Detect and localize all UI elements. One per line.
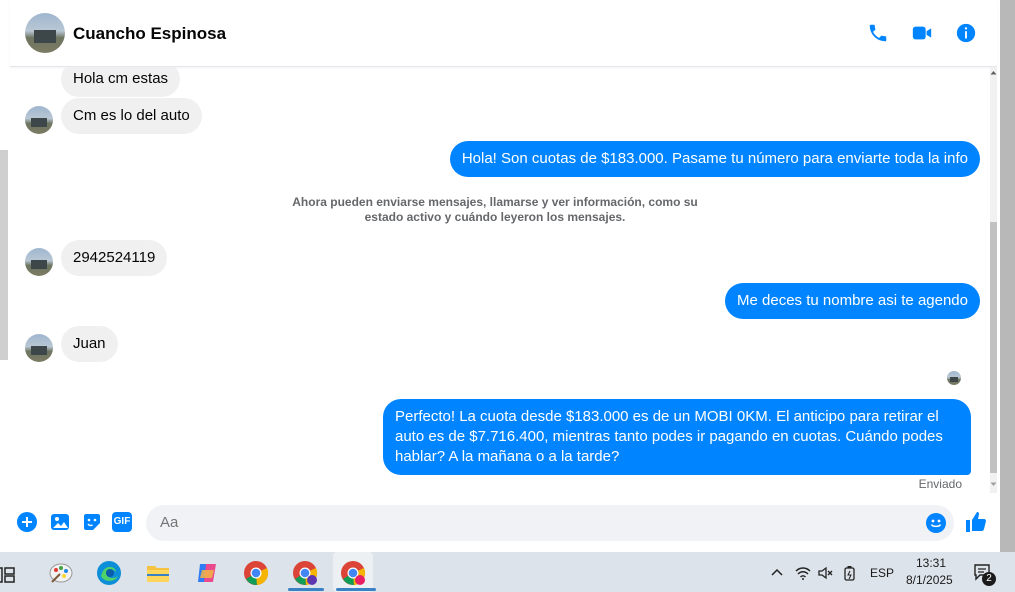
message-outgoing[interactable]: Perfecto! La cuota desde $183.000 es de … bbox=[383, 399, 971, 475]
task-view-icon[interactable] bbox=[0, 562, 16, 588]
composer-bar: GIF bbox=[10, 500, 997, 546]
scroll-up-arrow-icon[interactable] bbox=[990, 69, 997, 76]
chrome-icon[interactable] bbox=[243, 560, 269, 586]
thumbs-up-icon[interactable] bbox=[964, 510, 988, 534]
message-incoming[interactable]: Hola cm estas bbox=[61, 67, 181, 97]
paint-app-icon[interactable] bbox=[48, 560, 74, 586]
message-incoming[interactable]: Juan bbox=[61, 326, 118, 362]
wifi-icon[interactable] bbox=[795, 565, 811, 581]
chrome-profile-icon[interactable] bbox=[292, 560, 318, 586]
message-incoming[interactable]: Cm es lo del auto bbox=[61, 98, 202, 134]
privacy-notice: Ahora pueden enviarse mensajes, llamarse… bbox=[292, 195, 698, 224]
chat-header: Cuancho Espinosa bbox=[10, 0, 997, 67]
emoji-icon[interactable] bbox=[926, 513, 946, 533]
message-outgoing[interactable]: Me deces tu nombre asi te agendo bbox=[725, 283, 980, 319]
file-explorer-icon[interactable] bbox=[145, 560, 171, 586]
edge-browser-icon[interactable] bbox=[96, 560, 122, 586]
sent-status: Enviado bbox=[918, 477, 962, 491]
chrome-profile-active-icon[interactable] bbox=[340, 560, 366, 586]
sender-avatar bbox=[25, 334, 53, 362]
copilot-icon[interactable] bbox=[194, 560, 220, 586]
clock-date[interactable]: 8/1/2025 bbox=[906, 573, 953, 587]
volume-muted-icon[interactable] bbox=[817, 565, 833, 581]
scroll-down-arrow-icon[interactable] bbox=[990, 481, 997, 488]
message-outgoing[interactable]: Hola! Son cuotas de $183.000. Pasame tu … bbox=[449, 141, 980, 177]
notifications-count: 2 bbox=[986, 573, 992, 584]
read-receipt-avatar bbox=[947, 371, 961, 385]
add-plus-icon[interactable] bbox=[17, 512, 37, 532]
message-input-container[interactable] bbox=[146, 505, 954, 541]
message-incoming[interactable]: 2942524119 bbox=[61, 240, 168, 276]
notifications-badge: 2 bbox=[982, 572, 996, 586]
phone-call-icon[interactable] bbox=[867, 22, 889, 44]
gif-label: GIF bbox=[113, 516, 131, 527]
battery-icon[interactable] bbox=[843, 565, 857, 581]
clock-time[interactable]: 13:31 bbox=[916, 556, 946, 570]
language-indicator[interactable]: ESP bbox=[870, 566, 894, 580]
message-input[interactable] bbox=[158, 513, 922, 532]
show-hidden-icons-chevron-icon[interactable] bbox=[770, 566, 784, 578]
contact-avatar[interactable] bbox=[25, 13, 65, 53]
sender-avatar bbox=[25, 248, 53, 276]
scrollbar[interactable] bbox=[990, 67, 997, 493]
info-icon[interactable] bbox=[955, 22, 977, 44]
taskbar-indicator bbox=[336, 588, 376, 591]
message-list: Hola cm estas Cm es lo del auto Hola! So… bbox=[10, 67, 980, 497]
sticker-icon[interactable] bbox=[82, 512, 102, 532]
page-scrollbar[interactable] bbox=[1000, 0, 1015, 552]
taskbar-indicator bbox=[288, 588, 324, 591]
windows-taskbar: ESP 13:31 8/1/2025 2 bbox=[0, 552, 1015, 592]
messenger-chat-window: Cuancho Espinosa Hola cm estas Cm es lo … bbox=[10, 0, 997, 552]
photo-gallery-icon[interactable] bbox=[50, 512, 70, 532]
sender-avatar bbox=[25, 106, 53, 134]
scrollbar-thumb[interactable] bbox=[990, 222, 997, 473]
left-edge-strip bbox=[0, 150, 8, 360]
gif-icon[interactable]: GIF bbox=[112, 512, 132, 532]
video-call-icon[interactable] bbox=[911, 22, 933, 44]
contact-name[interactable]: Cuancho Espinosa bbox=[73, 24, 226, 44]
